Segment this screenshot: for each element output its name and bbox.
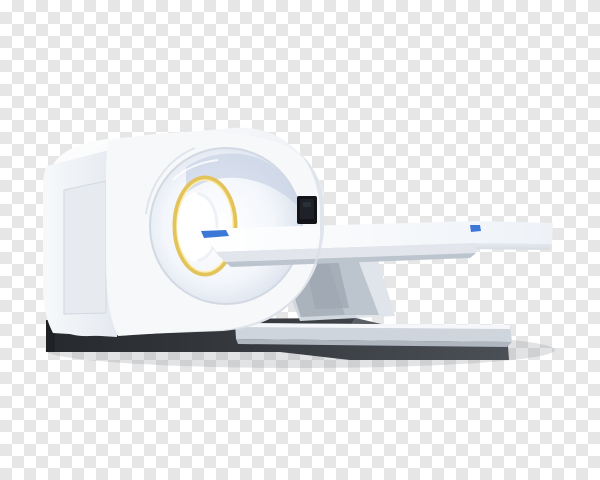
transparent-background: ct-scanner-icon <box>0 0 600 480</box>
ct-scanner-illustration <box>43 127 555 368</box>
